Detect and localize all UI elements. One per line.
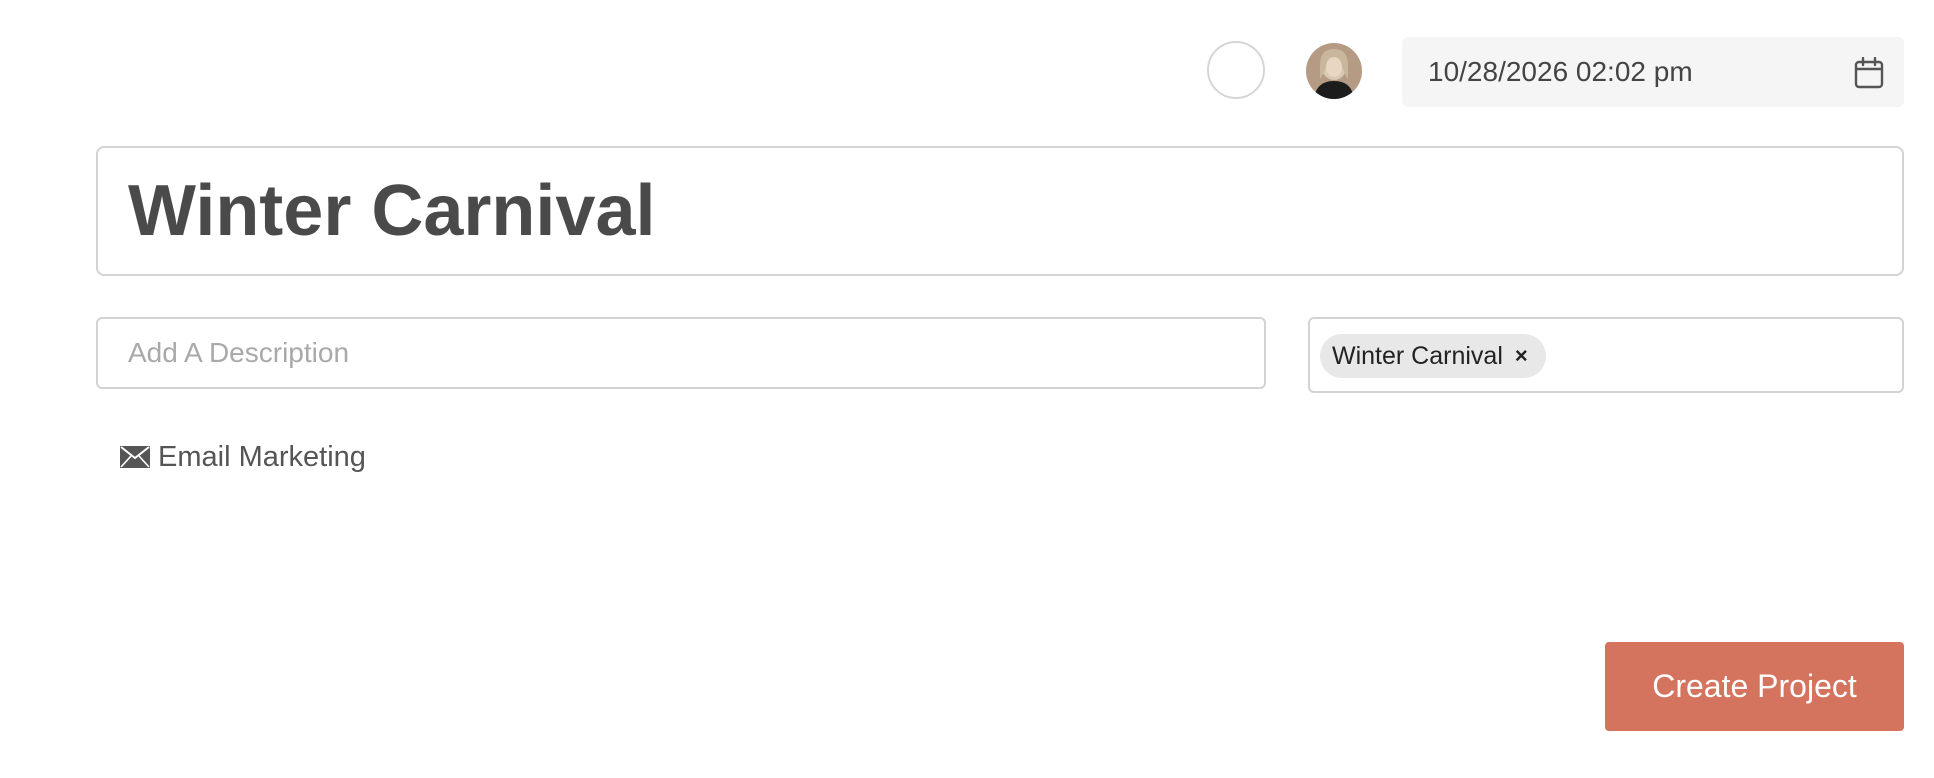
due-date-value: 10/28/2026 02:02 pm xyxy=(1428,56,1693,87)
project-title: Winter Carnival xyxy=(128,171,656,251)
channel-email-marketing[interactable]: Email Marketing xyxy=(120,437,366,477)
envelope-icon xyxy=(120,446,150,468)
description-input[interactable] xyxy=(96,317,1266,389)
project-title-input[interactable]: Winter Carnival xyxy=(96,146,1904,276)
tag-remove-icon[interactable]: × xyxy=(1515,345,1528,367)
tag-label: Winter Carnival xyxy=(1332,341,1503,370)
channel-label: Email Marketing xyxy=(158,440,366,473)
new-project-form: 10/28/2026 02:02 pm Winter Carnival Wint… xyxy=(0,0,1934,778)
create-project-button[interactable]: Create Project xyxy=(1605,642,1904,731)
assignee-avatar[interactable] xyxy=(1306,43,1362,99)
calendar-icon[interactable] xyxy=(1854,57,1884,89)
status-toggle[interactable] xyxy=(1207,41,1265,99)
due-date-picker[interactable]: 10/28/2026 02:02 pm xyxy=(1402,37,1904,107)
tags-input[interactable]: Winter Carnival × xyxy=(1308,317,1904,393)
tag-chip: Winter Carnival × xyxy=(1320,334,1546,378)
avatar-image xyxy=(1306,43,1362,99)
